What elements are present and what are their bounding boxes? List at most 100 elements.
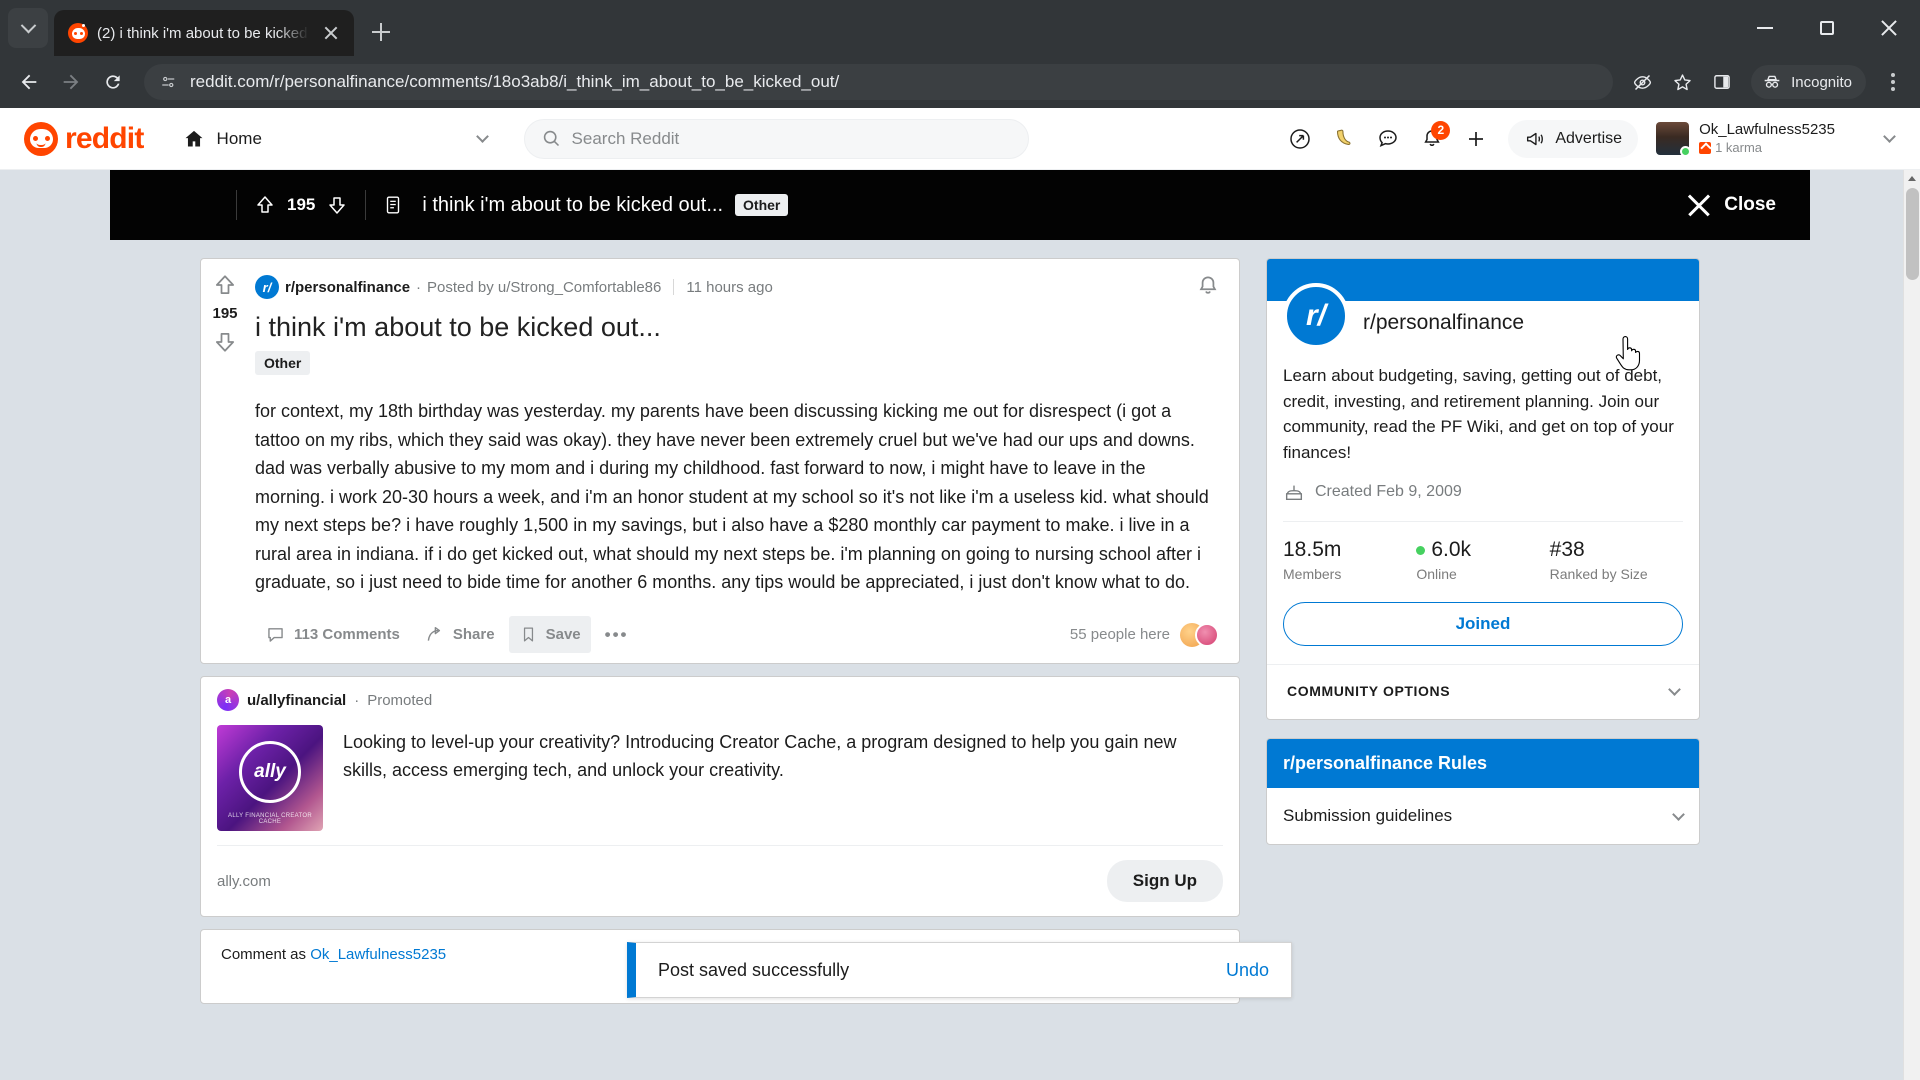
page-scrollbar[interactable] bbox=[1903, 170, 1920, 1080]
ad-domain[interactable]: ally.com bbox=[217, 873, 271, 890]
community-stats: 18.5m Members 6.0k Online #38 Ranked by … bbox=[1283, 521, 1683, 582]
reddit-snoo-icon bbox=[24, 121, 58, 156]
close-overlay-button[interactable]: Close bbox=[1686, 192, 1776, 218]
post-flair[interactable]: Other bbox=[255, 351, 311, 376]
community-options-row[interactable]: COMMUNITY OPTIONS bbox=[1267, 664, 1699, 703]
post-actions: 113 Comments Share Save ••• 55 people he… bbox=[255, 602, 1225, 663]
stat-rank: #38 Ranked by Size bbox=[1549, 538, 1648, 582]
comments-button[interactable]: 113 Comments bbox=[255, 616, 410, 653]
create-post-icon[interactable] bbox=[1456, 119, 1496, 159]
bookmark-icon bbox=[523, 627, 533, 642]
downvote-icon[interactable] bbox=[325, 193, 349, 217]
stat-members: 18.5m Members bbox=[1283, 538, 1342, 582]
username-label: Ok_Lawfulness5235 bbox=[1699, 121, 1835, 138]
maximize-button[interactable] bbox=[1796, 0, 1858, 56]
more-options-button[interactable]: ••• bbox=[595, 619, 639, 651]
downvote-icon[interactable] bbox=[211, 328, 239, 356]
advertiser-avatar: a bbox=[217, 689, 239, 712]
scrollbar-thumb[interactable] bbox=[1906, 188, 1919, 280]
close-window-button[interactable] bbox=[1858, 0, 1920, 56]
promoted-label: Promoted bbox=[367, 691, 433, 709]
people-here: 55 people here bbox=[1070, 622, 1225, 647]
sidebar-column: r/ r/personalfinance Learn about budgeti… bbox=[1266, 258, 1700, 1004]
chrome-menu-button[interactable] bbox=[1876, 63, 1910, 101]
chevron-down-icon bbox=[475, 130, 489, 143]
toast-notification: Post saved successfully Undo bbox=[627, 942, 1292, 998]
tab-close-icon[interactable] bbox=[318, 20, 344, 46]
scroll-up-arrow[interactable] bbox=[1904, 170, 1920, 187]
search-placeholder: Search Reddit bbox=[571, 128, 680, 148]
side-panel-icon[interactable] bbox=[1705, 65, 1739, 99]
cake-icon bbox=[1285, 485, 1303, 501]
post-author[interactable]: Posted by u/Strong_Comfortable86 bbox=[427, 279, 661, 296]
toast-undo-button[interactable]: Undo bbox=[1226, 960, 1269, 981]
incognito-indicator[interactable]: Incognito bbox=[1751, 65, 1866, 99]
rule-label: Submission guidelines bbox=[1283, 806, 1453, 825]
community-header: r/ r/personalfinance bbox=[1283, 283, 1683, 349]
reddit-header: reddit Home Search Reddit 2 Advertise Ok… bbox=[0, 108, 1920, 170]
advertise-label: Advertise bbox=[1555, 129, 1623, 147]
overlay-post-title[interactable]: i think i'm about to be kicked out... bbox=[422, 194, 723, 217]
tab-strip: (2) i think i'm about to be kicked ... bbox=[0, 0, 1920, 56]
save-button[interactable]: Save bbox=[508, 616, 591, 654]
post-title: i think i'm about to be kicked out... bbox=[255, 312, 661, 342]
comment-icon bbox=[268, 628, 283, 643]
upvote-icon[interactable] bbox=[253, 193, 277, 217]
community-avatar: r/ bbox=[1283, 283, 1349, 349]
community-name[interactable]: r/personalfinance bbox=[1363, 297, 1524, 335]
chat-icon[interactable] bbox=[1368, 119, 1408, 159]
post-text-body: for context, my 18th birthday was yester… bbox=[255, 401, 1209, 593]
chevron-down-icon bbox=[1668, 682, 1681, 696]
upvote-icon[interactable] bbox=[211, 271, 239, 299]
rules-header: r/personalfinance Rules bbox=[1267, 739, 1699, 788]
share-button[interactable]: Share bbox=[414, 616, 505, 653]
subreddit-icon: r/ bbox=[255, 275, 279, 299]
comments-label: 113 Comments bbox=[294, 626, 400, 644]
save-label: Save bbox=[545, 626, 581, 644]
post-overlay-bar: 195 i think i'm about to be kicked out..… bbox=[110, 170, 1810, 240]
reddit-logo[interactable]: reddit bbox=[24, 121, 144, 156]
advertise-button[interactable]: Advertise bbox=[1508, 119, 1639, 158]
address-bar[interactable]: reddit.com/r/personalfinance/comments/18… bbox=[144, 64, 1614, 100]
chevron-down-icon bbox=[20, 17, 36, 33]
page-viewport: reddit Home Search Reddit 2 Advertise Ok… bbox=[0, 108, 1920, 1080]
tracking-protection-icon[interactable] bbox=[1625, 65, 1659, 99]
bookmark-star-icon[interactable] bbox=[1665, 65, 1699, 99]
reload-button[interactable] bbox=[94, 63, 132, 101]
ad-thumbnail[interactable]: ally ALLY FINANCIAL CREATOR CACHE bbox=[217, 725, 323, 832]
minimize-button[interactable] bbox=[1734, 0, 1796, 56]
toast-message: Post saved successfully bbox=[658, 959, 850, 980]
joined-button[interactable]: Joined bbox=[1283, 602, 1683, 646]
subreddit-link[interactable]: r/personalfinance bbox=[285, 279, 410, 296]
page-content: 195 r/ r/personalfinance · Posted by u/S… bbox=[0, 240, 1920, 1005]
notification-badge: 2 bbox=[1431, 120, 1451, 140]
back-button[interactable] bbox=[10, 63, 48, 101]
reddit-wordmark: reddit bbox=[65, 121, 144, 155]
toolbar-actions: Incognito bbox=[1625, 63, 1910, 101]
ad-body-text: Looking to level-up your creativity? Int… bbox=[343, 732, 1177, 781]
tab-search-button[interactable] bbox=[8, 8, 48, 48]
search-icon bbox=[543, 130, 559, 147]
post-meta: r/ r/personalfinance · Posted by u/Stron… bbox=[255, 269, 1225, 301]
community-rules-card: r/personalfinance Rules Submission guide… bbox=[1266, 738, 1700, 845]
rule-item[interactable]: Submission guidelines bbox=[1267, 788, 1699, 844]
advertiser-name[interactable]: u/allyfinancial bbox=[247, 692, 346, 709]
karma-label: 1 karma bbox=[1699, 140, 1835, 156]
home-dropdown[interactable]: Home bbox=[170, 119, 500, 159]
ad-signup-button[interactable]: Sign Up bbox=[1106, 860, 1223, 903]
stat-online: 6.0k Online bbox=[1416, 538, 1472, 582]
notifications-bell-icon[interactable]: 2 bbox=[1412, 119, 1452, 159]
user-menu[interactable]: Ok_Lawfulness5235 1 karma bbox=[1650, 117, 1900, 160]
search-input[interactable]: Search Reddit bbox=[523, 118, 1029, 159]
avatar bbox=[1656, 122, 1692, 157]
comment-as-username[interactable]: Ok_Lawfulness5235 bbox=[310, 946, 446, 963]
post-notifications-icon[interactable] bbox=[1195, 273, 1225, 303]
site-settings-icon[interactable] bbox=[160, 73, 178, 91]
post-timestamp: 11 hours ago bbox=[686, 278, 773, 296]
browser-tab[interactable]: (2) i think i'm about to be kicked ... bbox=[54, 10, 354, 56]
popular-icon[interactable] bbox=[1280, 119, 1320, 159]
banana-rewards-icon[interactable] bbox=[1324, 119, 1364, 159]
new-tab-button[interactable] bbox=[360, 11, 402, 53]
overlay-vote-group: 195 bbox=[253, 193, 349, 217]
ad-thumb-text: ally bbox=[254, 761, 286, 783]
